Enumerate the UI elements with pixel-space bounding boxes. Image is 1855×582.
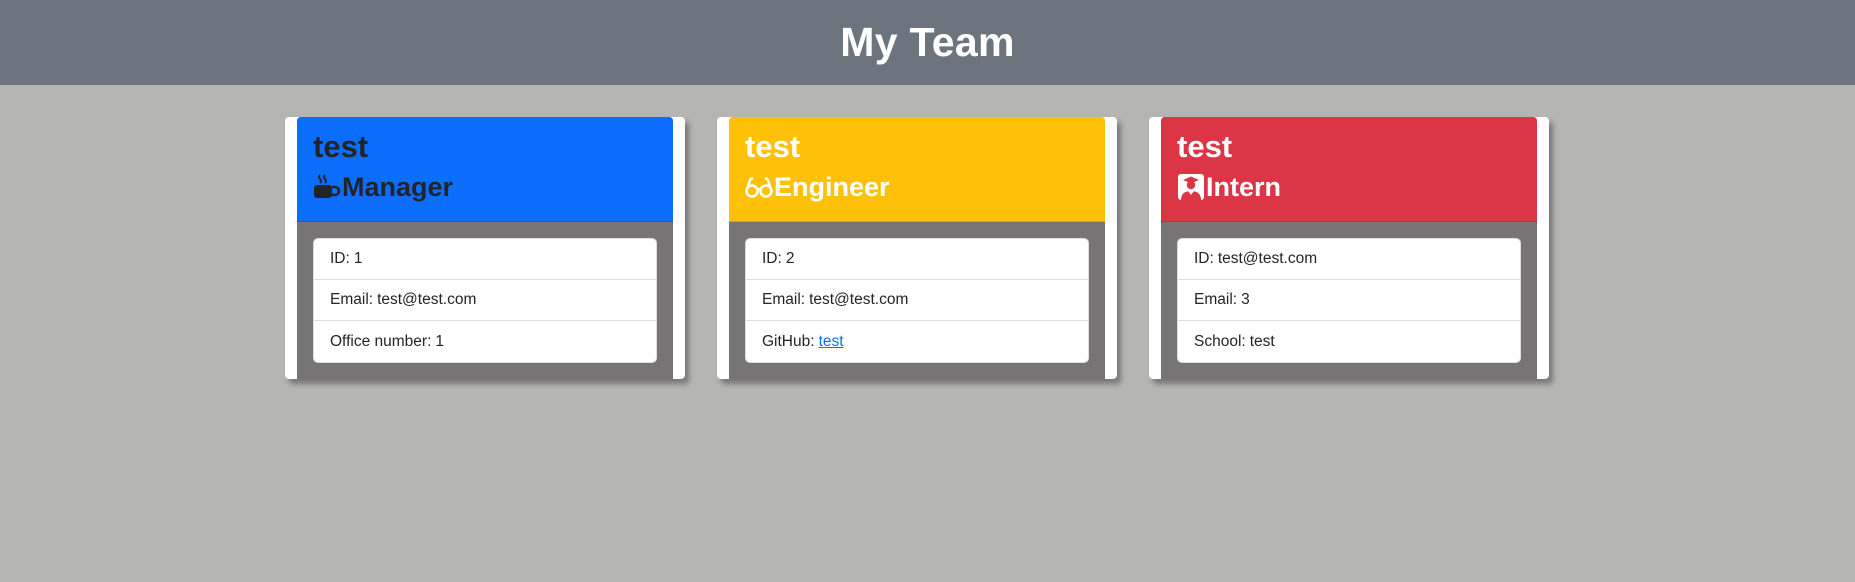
- team-cards: test Manager ID: 1 Email: test@test.com …: [0, 85, 1855, 582]
- graduate-icon: [1177, 173, 1205, 201]
- manager-card: test Manager ID: 1 Email: test@test.com …: [285, 117, 685, 379]
- card-body: test Engineer ID: 2 Email: test@test.com…: [729, 117, 1105, 379]
- email-value: test@test.com: [377, 291, 477, 308]
- id-item: ID: test@test.com: [1178, 239, 1520, 280]
- role-label: Manager: [342, 172, 454, 202]
- email-label: Email:: [1194, 291, 1238, 308]
- coffee-icon: [313, 173, 341, 201]
- id-value: test@test.com: [1217, 250, 1318, 267]
- email-value: 3: [1241, 291, 1250, 308]
- office-number-item: Office number: 1: [314, 321, 656, 362]
- id-value: 2: [785, 250, 795, 267]
- employee-name: test: [745, 129, 801, 164]
- employee-name: test: [313, 129, 369, 164]
- intern-card: test Intern ID: test@test.com Email: 3 S…: [1149, 117, 1549, 379]
- info-list: ID: test@test.com Email: 3 School: test: [1177, 238, 1521, 363]
- email-label: Email:: [330, 291, 374, 308]
- glasses-icon: [745, 173, 773, 201]
- email-item: Email: test@test.com: [314, 280, 656, 321]
- id-item: ID: 1: [314, 239, 656, 280]
- school-label: School:: [1194, 332, 1246, 350]
- id-label: ID:: [330, 250, 350, 267]
- email-value: test@test.com: [809, 291, 909, 308]
- role-label: Intern: [1206, 172, 1282, 202]
- school-item: School: test: [1178, 321, 1520, 362]
- id-value: 1: [353, 250, 363, 267]
- card-header: test Manager: [297, 117, 673, 222]
- page-title: My Team: [840, 19, 1015, 65]
- card-body: test Manager ID: 1 Email: test@test.com …: [297, 117, 673, 379]
- card-body: test Intern ID: test@test.com Email: 3 S…: [1161, 117, 1537, 379]
- card-header: test Intern: [1161, 117, 1537, 222]
- id-label: ID:: [762, 250, 782, 267]
- employee-role: Engineer: [745, 169, 1089, 205]
- role-label: Engineer: [774, 172, 890, 202]
- email-item: Email: 3: [1178, 280, 1520, 321]
- school-value: test: [1249, 332, 1275, 350]
- employee-role: Intern: [1177, 169, 1521, 205]
- email-item: Email: test@test.com: [746, 280, 1088, 321]
- github-item: GitHub: test: [746, 321, 1088, 362]
- employee-name: test: [1177, 129, 1233, 164]
- info-list: ID: 1 Email: test@test.com Office number…: [313, 238, 657, 363]
- github-label: GitHub:: [762, 332, 815, 350]
- id-item: ID: 2: [746, 239, 1088, 280]
- github-link[interactable]: test: [819, 333, 844, 351]
- info-list: ID: 2 Email: test@test.com GitHub: test: [745, 238, 1089, 363]
- employee-role: Manager: [313, 169, 657, 205]
- id-label: ID:: [1194, 250, 1214, 267]
- engineer-card: test Engineer ID: 2 Email: test@test.com…: [717, 117, 1117, 379]
- card-header: test Engineer: [729, 117, 1105, 222]
- office-number-value: 1: [435, 332, 444, 350]
- email-label: Email:: [762, 291, 806, 308]
- page-header: My Team: [0, 0, 1855, 85]
- office-number-label: Office number:: [330, 332, 432, 350]
